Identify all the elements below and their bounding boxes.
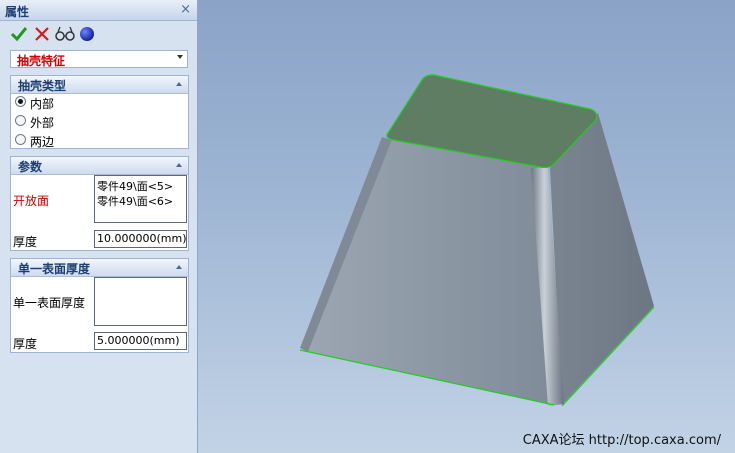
feature-type-dropdown[interactable]: 抽壳特征 — [10, 50, 188, 68]
collapse-icon — [176, 265, 182, 269]
thickness-label: 厚度 — [13, 235, 38, 249]
params-title: 参数 — [18, 160, 43, 174]
panel-toolbar — [0, 21, 197, 47]
close-icon[interactable]: × — [180, 2, 191, 17]
check-icon[interactable] — [10, 25, 28, 43]
radio-button[interactable] — [15, 134, 26, 145]
params-header[interactable]: 参数 — [11, 157, 188, 175]
panel-title: 属性 — [5, 5, 30, 19]
open-face-list[interactable]: 零件49\面<5> 零件49\面<6> — [94, 175, 187, 223]
radio-button[interactable] — [15, 115, 26, 126]
shell-type-group: 抽壳类型 内部 外部 两边 — [10, 75, 189, 149]
single-surface-label: 单一表面厚度 — [13, 296, 86, 310]
params-group: 参数 开放面 零件49\面<5> 零件49\面<6> 厚度 10.000000(… — [10, 156, 189, 251]
single-thickness-input[interactable]: 5.000000(mm) — [94, 332, 187, 350]
radio-label: 外部 — [30, 116, 55, 130]
thickness-value: 10.000000(mm) — [97, 232, 187, 245]
chevron-down-icon — [177, 55, 183, 59]
radio-label: 内部 — [30, 97, 55, 111]
shell-type-header[interactable]: 抽壳类型 — [11, 76, 188, 94]
glasses-icon[interactable] — [55, 25, 75, 43]
forum-watermark: CAXA论坛 http://top.caxa.com/ — [522, 433, 721, 448]
shell-model[interactable] — [198, 0, 735, 453]
list-item[interactable]: 零件49\面<5> — [97, 178, 173, 194]
list-item[interactable]: 零件49\面<6> — [97, 193, 173, 209]
front-face[interactable] — [308, 140, 554, 405]
collapse-icon — [176, 82, 182, 86]
thickness-input[interactable]: 10.000000(mm) — [94, 230, 187, 248]
single-surface-header[interactable]: 单一表面厚度 — [11, 259, 188, 277]
feature-type-value: 抽壳特征 — [17, 54, 66, 68]
open-face-label: 开放面 — [13, 194, 50, 208]
cross-icon[interactable] — [33, 25, 51, 43]
blue-sphere-icon[interactable] — [78, 25, 96, 43]
3d-viewport[interactable]: CAXA论坛 http://top.caxa.com/ — [198, 0, 735, 453]
right-face[interactable] — [550, 113, 654, 405]
single-surface-title: 单一表面厚度 — [18, 262, 91, 276]
single-thickness-value: 5.000000(mm) — [97, 334, 180, 347]
panel-titlebar: 属性 × — [0, 0, 197, 21]
collapse-icon — [176, 163, 182, 167]
property-panel: 属性 × 抽壳特征 抽壳类型 内部 外部 两边 参数 开放面 零件49\面<5>… — [0, 0, 198, 453]
single-surface-group: 单一表面厚度 单一表面厚度 厚度 5.000000(mm) — [10, 258, 189, 353]
radio-button[interactable] — [15, 96, 26, 107]
single-surface-list[interactable] — [94, 277, 187, 326]
shell-type-title: 抽壳类型 — [18, 79, 67, 93]
radio-label: 两边 — [30, 135, 55, 149]
single-thickness-label: 厚度 — [13, 337, 38, 351]
